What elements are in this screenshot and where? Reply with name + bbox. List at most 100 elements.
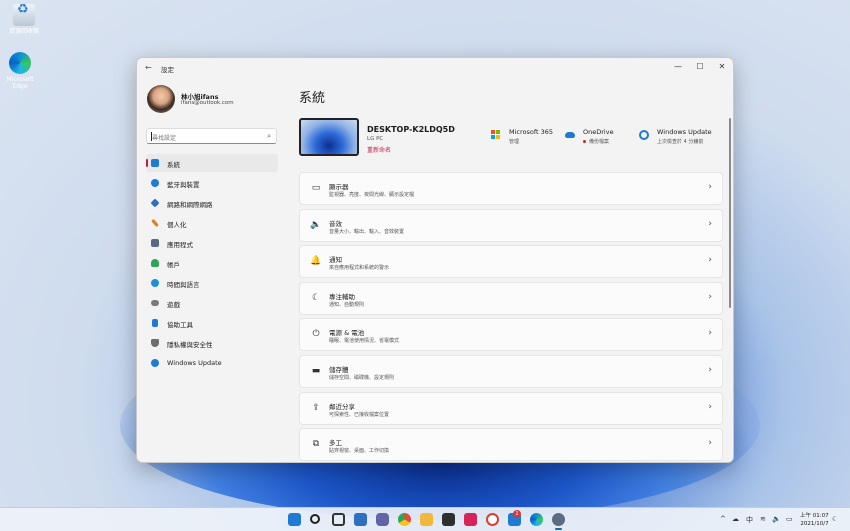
close-button[interactable]: ✕ [709, 60, 733, 74]
task-view-icon[interactable] [332, 513, 345, 526]
desktop-icon-recycle-bin[interactable]: 資源回收筒 [4, 4, 44, 35]
clock[interactable]: 上午 01:07 2021/10/7 [800, 512, 829, 528]
settings-list: ▭ 顯示器 監視器、亮度、夜間光線、顯示設定檔 › 🔈 音效 音量大小、輸出、輸… [299, 172, 723, 462]
row-subtitle: 貼齊視窗、桌面、工作切換 [329, 448, 390, 455]
settings-icon[interactable] [552, 513, 565, 530]
row-subtitle: 可探索性、已接收檔案位置 [329, 411, 390, 418]
weather-icon[interactable]: ☁ [732, 515, 739, 523]
service-subtitle: 上次檢查於 4 分鐘前 [657, 139, 704, 145]
sidebar-item-accounts[interactable]: 帳戶 [146, 254, 278, 272]
multitasking-icon: ⧉ [312, 439, 320, 450]
settings-row-focus-assist[interactable]: ☾ 專注輔助 通知、自動規則 › [299, 281, 723, 315]
user-profile[interactable]: 林小旭ifans ifans@outlook.com [147, 85, 282, 117]
sidebar-item-gaming[interactable]: 遊戲 [146, 294, 278, 312]
bluetooth-icon [151, 179, 159, 187]
chevron-right-icon: › [708, 438, 712, 449]
settings-window: ← 設定 — ☐ ✕ 林小旭ifans ifans@outlook.com 尋找… [136, 57, 734, 463]
edge-icon[interactable] [530, 513, 543, 526]
sidebar-item-label: 個人化 [167, 221, 187, 229]
store-icon[interactable] [442, 513, 455, 526]
row-subtitle: 睡眠、電池使用情況、省電模式 [329, 338, 400, 345]
chevron-right-icon: › [708, 255, 712, 266]
app-red-icon[interactable] [486, 513, 499, 526]
sidebar-item-bluetooth[interactable]: 藍牙與裝置 [146, 174, 278, 192]
settings-row-display[interactable]: ▭ 顯示器 監視器、亮度、夜間光線、顯示設定檔 › [299, 172, 723, 205]
search-icon[interactable] [310, 514, 320, 524]
row-title: 顯示器 [329, 183, 349, 191]
sidebar-nav: 系統 藍牙與裝置 網路和網際網路 個人化 應用程式 帳戶 時間與語言 遊戲 協助… [146, 154, 278, 374]
chevron-right-icon: › [708, 364, 712, 375]
sidebar-item-windows-update[interactable]: Windows Update [146, 354, 278, 372]
app-pink-icon[interactable] [464, 513, 477, 526]
rename-link[interactable]: 重新命名 [367, 145, 391, 154]
back-arrow-icon[interactable]: ← [145, 63, 152, 72]
sidebar-item-apps[interactable]: 應用程式 [146, 234, 278, 252]
search-placeholder: 尋找設定 [152, 135, 177, 142]
settings-row-sound[interactable]: 🔈 音效 音量大小、輸出、輸入、音效裝置 › [299, 208, 723, 242]
avatar [147, 85, 175, 113]
window-title: 設定 [161, 66, 174, 74]
storage-icon: ▬ [311, 365, 321, 376]
settings-row-power[interactable]: ⏻ 電源 & 電池 睡眠、電池使用情況、省電模式 › [299, 318, 723, 352]
start-icon[interactable] [288, 513, 301, 526]
desktop-icon-edge[interactable]: Microsoft Edge [0, 52, 40, 90]
notification-center-icon[interactable]: ☾ [832, 515, 838, 523]
sidebar-item-personalization[interactable]: 個人化 [146, 214, 278, 232]
sidebar-item-time-language[interactable]: 時間與語言 [146, 274, 278, 292]
sidebar-item-label: 遊戲 [167, 301, 180, 309]
sidebar-item-label: 協助工具 [167, 321, 193, 329]
sidebar-item-label: 藍牙與裝置 [167, 181, 200, 189]
desktop-icon-label: Microsoft Edge [6, 76, 34, 90]
sidebar-item-label: 隱私權與安全性 [167, 341, 213, 349]
chevron-right-icon: › [708, 401, 712, 412]
tray-chevron-icon[interactable]: ^ [720, 515, 726, 523]
settings-row-multitasking[interactable]: ⧉ 多工 貼齊視窗、桌面、工作切換 › [299, 428, 723, 462]
device-name: DESKTOP-K2LDQ5D [367, 125, 455, 134]
search-input[interactable]: 尋找設定 ⌕ [146, 128, 277, 144]
row-title: 鄰近分享 [329, 402, 355, 411]
system-icon [151, 159, 159, 167]
sidebar-item-privacy[interactable]: 隱私權與安全性 [146, 334, 278, 352]
teams-chat-icon[interactable] [376, 513, 389, 526]
desktop-icon-label: 資源回收筒 [8, 28, 39, 35]
settings-row-nearby-sharing[interactable]: ⇪ 鄰近分享 可探索性、已接收檔案位置 › [299, 391, 723, 425]
desktop-thumbnail [299, 118, 359, 156]
row-title: 專注輔助 [329, 292, 355, 301]
device-model: LG PC [367, 136, 384, 142]
sidebar-item-system[interactable]: 系統 [146, 154, 278, 172]
ime-indicator[interactable]: 中 [746, 515, 753, 525]
sidebar-item-accessibility[interactable]: 協助工具 [146, 314, 278, 332]
sidebar-item-network[interactable]: 網路和網際網路 [146, 194, 278, 212]
search-icon: ⌕ [267, 132, 271, 140]
row-subtitle: 來自應用程式和系統的警示 [329, 265, 390, 272]
sidebar-item-label: 帳戶 [167, 261, 180, 269]
service-title: OneDrive [583, 128, 614, 136]
microsoft-365-icon [491, 130, 501, 140]
brush-icon [151, 218, 159, 228]
wifi-icon[interactable]: ≋ [760, 515, 766, 523]
sidebar-item-label: 系統 [167, 161, 180, 169]
widgets-icon[interactable] [354, 513, 367, 526]
battery-icon[interactable]: ▭ [786, 515, 793, 523]
row-title: 通知 [329, 256, 342, 265]
sidebar-item-label: 網路和網際網路 [167, 201, 213, 209]
device-summary: DESKTOP-K2LDQ5D LG PC 重新命名 Microsoft 365… [299, 118, 723, 158]
power-icon: ⏻ [312, 329, 320, 340]
row-title: 儲存體 [329, 365, 349, 374]
file-explorer-icon[interactable] [420, 513, 433, 526]
row-subtitle: 通知、自動規則 [329, 301, 365, 308]
accessibility-icon [152, 319, 158, 327]
settings-row-notifications[interactable]: 🔔 通知 來自應用程式和系統的警示 › [299, 245, 723, 279]
shield-icon [151, 339, 159, 347]
sound-icon: 🔈 [310, 219, 322, 230]
chevron-right-icon: › [708, 218, 712, 229]
chrome-icon[interactable] [398, 513, 411, 526]
row-subtitle: 儲存空間、磁碟機、設定規則 [329, 374, 395, 381]
volume-icon[interactable]: 🔈 [772, 515, 781, 523]
settings-row-storage[interactable]: ▬ 儲存體 儲存空間、磁碟機、設定規則 › [299, 354, 723, 388]
service-subtitle-text: 備份檔案 [589, 139, 610, 145]
chevron-right-icon: › [708, 328, 712, 339]
scrollbar[interactable] [729, 118, 731, 308]
network-icon [150, 198, 160, 208]
title-bar: ← 設定 — ☐ ✕ [137, 58, 733, 78]
